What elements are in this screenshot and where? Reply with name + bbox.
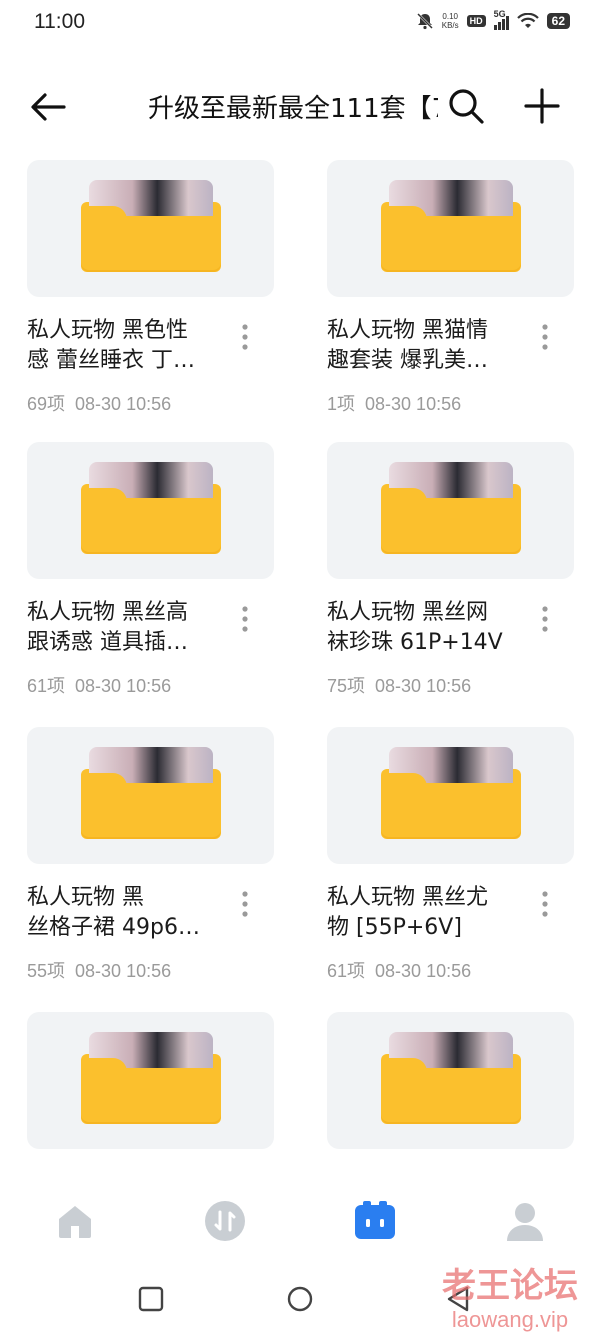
folder-date: 08-30 10:56 [75, 961, 172, 981]
plus-icon[interactable] [522, 86, 562, 126]
folder-icon [81, 1024, 221, 1124]
transfer-icon[interactable] [203, 1199, 247, 1243]
more-vert-icon[interactable] [535, 889, 555, 919]
folder-icon [81, 454, 221, 554]
folder-name-line: 私人玩物 黑 [27, 885, 144, 910]
folder-name-line: 私人玩物 黑丝高 [27, 600, 188, 625]
folder-meta: 61项 08-30 10:56 [327, 957, 471, 983]
folder-thumb-box [27, 442, 274, 579]
net-speed-value: 0.10 [442, 12, 458, 21]
folder-thumb-box [27, 727, 274, 864]
folder-meta: 1项 08-30 10:56 [327, 390, 461, 416]
folder-count: 61项 [327, 961, 366, 981]
folder-name: 私人玩物 黑色性感 蕾丝睡衣 丁… [27, 316, 232, 376]
folder-meta: 55项 08-30 10:56 [27, 957, 171, 983]
folder-meta: 75项 08-30 10:56 [327, 672, 471, 698]
folder-thumb-box [327, 1012, 574, 1149]
folder-name-line: 私人玩物 黑丝网 [327, 600, 488, 625]
bottom-tab-bar [0, 1195, 600, 1255]
watermark-cn: 老王论坛 [442, 1266, 578, 1306]
status-bar: 11:00 0.10 KB/s HD 5G 62 [0, 0, 600, 48]
folder-count: 55项 [27, 961, 66, 981]
folder-date: 08-30 10:56 [365, 394, 462, 414]
folder-name-line: 丝格子裙 49p6… [27, 915, 200, 940]
folder-icon [381, 739, 521, 839]
folder-name-line: 私人玩物 黑丝尤 [327, 885, 488, 910]
hd-badge: HD [466, 15, 486, 27]
folder-icon [381, 454, 521, 554]
folder-icon [81, 172, 221, 272]
watermark-en: laowang.vip [451, 1307, 569, 1332]
signal-icon: 5G [493, 9, 509, 30]
recent-apps-icon[interactable] [136, 1284, 166, 1314]
net-speed: 0.10 KB/s [442, 12, 459, 30]
folder-meta: 69项 08-30 10:56 [27, 390, 171, 416]
more-vert-icon[interactable] [235, 604, 255, 634]
folder-name: 私人玩物 黑丝尤物 [55P+6V] [327, 883, 532, 943]
page-title: 升级至最新最全111套【7 [148, 94, 438, 124]
folder-date: 08-30 10:56 [375, 961, 472, 981]
folder-name-line: 趣套装 爆乳美… [327, 348, 488, 373]
signal-label: 5G [493, 9, 506, 19]
folder-thumb-box [27, 1012, 274, 1149]
folder-thumb-box [327, 442, 574, 579]
folder-grid: 私人玩物 黑色性感 蕾丝睡衣 丁… 69项 08-30 10:56 私人玩物 黑猫… [0, 160, 600, 1160]
more-vert-icon[interactable] [235, 889, 255, 919]
folder-name-line: 跟诱惑 道具插… [27, 630, 188, 655]
folder-count: 1项 [327, 394, 356, 414]
folder-date: 08-30 10:56 [375, 676, 472, 696]
mute-bell-icon [416, 13, 433, 30]
battery-icon: 62 [546, 13, 570, 29]
folder-count: 61项 [27, 676, 66, 696]
status-icons: 0.10 KB/s HD 5G 62 [416, 9, 570, 30]
folder-name-line: 袜珍珠 61P+14V [327, 630, 503, 655]
files-icon[interactable] [353, 1199, 397, 1243]
net-speed-unit: KB/s [441, 21, 459, 30]
folder-name-line: 私人玩物 黑色性 [27, 318, 188, 343]
folder-icon [81, 739, 221, 839]
more-vert-icon[interactable] [235, 322, 255, 352]
folder-name-line: 私人玩物 黑猫情 [327, 318, 488, 343]
folder-name-line: 物 [55P+6V] [327, 915, 462, 940]
folder-thumb-box [27, 160, 274, 297]
folder-date: 08-30 10:56 [75, 394, 172, 414]
home-icon[interactable] [53, 1199, 97, 1243]
folder-name: 私人玩物 黑丝网 袜珍珠 61P+14V [327, 598, 532, 658]
back-arrow-icon[interactable] [28, 90, 68, 124]
more-vert-icon[interactable] [535, 322, 555, 352]
folder-date: 08-30 10:56 [75, 676, 172, 696]
wifi-icon [516, 13, 539, 28]
folder-count: 75项 [327, 676, 366, 696]
folder-name: 私人玩物 黑猫情 趣套装 爆乳美… [327, 316, 532, 376]
status-time: 11:00 [34, 10, 85, 33]
home-circle-icon[interactable] [285, 1284, 315, 1314]
folder-thumb-box [327, 727, 574, 864]
folder-count: 69项 [27, 394, 66, 414]
folder-meta: 61项 08-30 10:56 [27, 672, 171, 698]
top-bar: 升级至最新最全111套【7 [0, 70, 600, 140]
folder-name: 私人玩物 黑丝格子裙 49p6… [27, 883, 232, 943]
profile-icon[interactable] [503, 1199, 547, 1243]
watermark: 老王论坛 laowang.vip [442, 1258, 578, 1333]
folder-name: 私人玩物 黑丝高 跟诱惑 道具插… [27, 598, 232, 658]
search-icon[interactable] [446, 86, 486, 126]
more-vert-icon[interactable] [535, 604, 555, 634]
folder-name-line: 感 蕾丝睡衣 丁… [27, 348, 195, 373]
folder-icon [381, 1024, 521, 1124]
folder-icon [381, 172, 521, 272]
folder-thumb-box [327, 160, 574, 297]
